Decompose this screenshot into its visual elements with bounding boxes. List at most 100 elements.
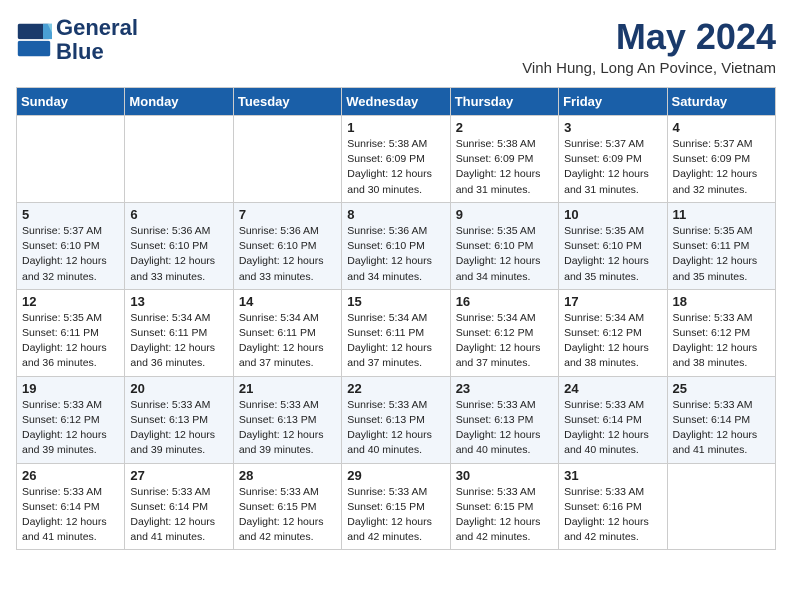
day-number: 14 [239,294,336,309]
day-number: 6 [130,207,227,222]
day-info: Sunrise: 5:34 AM Sunset: 6:11 PM Dayligh… [130,311,227,372]
day-cell: 6 Sunrise: 5:36 AM Sunset: 6:10 PM Daylig… [125,202,233,289]
day-cell: 26Sunrise: 5:33 AM Sunset: 6:14 PM Dayli… [17,463,125,550]
day-number: 13 [130,294,227,309]
day-info: Sunrise: 5:35 AM Sunset: 6:11 PM Dayligh… [673,224,770,285]
day-number: 1 [347,120,444,135]
day-number: 18 [673,294,770,309]
day-number: 7 [239,207,336,222]
day-info: Sunrise: 5:33 AM Sunset: 6:13 PM Dayligh… [456,398,553,459]
logo-line1: General [56,16,138,40]
week-row-1: 1 Sunrise: 5:38 AM Sunset: 6:09 PM Daylig… [17,116,776,203]
day-info: Sunrise: 5:34 AM Sunset: 6:12 PM Dayligh… [456,311,553,372]
day-number: 2 [456,120,553,135]
day-info: Sunrise: 5:33 AM Sunset: 6:13 PM Dayligh… [130,398,227,459]
day-info: Sunrise: 5:33 AM Sunset: 6:16 PM Dayligh… [564,485,661,546]
month-title: May 2024 [522,16,776,58]
week-row-3: 12 Sunrise: 5:35 AM Sunset: 6:11 PM Dayli… [17,289,776,376]
day-cell: 8 Sunrise: 5:36 AM Sunset: 6:10 PM Daylig… [342,202,450,289]
day-cell: 23 Sunrise: 5:33 AM Sunset: 6:13 PM Dayli… [450,376,558,463]
day-cell: 11 Sunrise: 5:35 AM Sunset: 6:11 PM Dayli… [667,202,775,289]
calendar-body: 1 Sunrise: 5:38 AM Sunset: 6:09 PM Daylig… [17,116,776,550]
day-number: 24 [564,381,661,396]
day-info: Sunrise: 5:36 AM Sunset: 6:10 PM Dayligh… [130,224,227,285]
day-info: Sunrise: 5:33 AM Sunset: 6:12 PM Dayligh… [673,311,770,372]
day-number: 4 [673,120,770,135]
day-cell: 13 Sunrise: 5:34 AM Sunset: 6:11 PM Dayli… [125,289,233,376]
day-info: Sunrise: 5:33 AM Sunset: 6:12 PM Dayligh… [22,398,119,459]
header-row: SundayMondayTuesdayWednesdayThursdayFrid… [17,88,776,116]
day-cell [17,116,125,203]
day-number: 29 [347,468,444,483]
day-number: 8 [347,207,444,222]
week-row-5: 26Sunrise: 5:33 AM Sunset: 6:14 PM Dayli… [17,463,776,550]
day-cell: 17Sunrise: 5:34 AM Sunset: 6:12 PM Dayli… [559,289,667,376]
day-number: 10 [564,207,661,222]
day-number: 23 [456,381,553,396]
header-sunday: Sunday [17,88,125,116]
day-info: Sunrise: 5:38 AM Sunset: 6:09 PM Dayligh… [456,137,553,198]
day-cell: 29 Sunrise: 5:33 AM Sunset: 6:15 PM Dayli… [342,463,450,550]
day-cell: 7Sunrise: 5:36 AM Sunset: 6:10 PM Daylig… [233,202,341,289]
header-tuesday: Tuesday [233,88,341,116]
week-row-2: 5 Sunrise: 5:37 AM Sunset: 6:10 PM Daylig… [17,202,776,289]
day-info: Sunrise: 5:33 AM Sunset: 6:15 PM Dayligh… [347,485,444,546]
day-info: Sunrise: 5:33 AM Sunset: 6:14 PM Dayligh… [673,398,770,459]
day-number: 28 [239,468,336,483]
day-info: Sunrise: 5:33 AM Sunset: 6:13 PM Dayligh… [239,398,336,459]
logo-text: General Blue [56,16,138,64]
day-number: 19 [22,381,119,396]
day-number: 9 [456,207,553,222]
day-cell: 19 Sunrise: 5:33 AM Sunset: 6:12 PM Dayli… [17,376,125,463]
day-number: 17 [564,294,661,309]
day-info: Sunrise: 5:33 AM Sunset: 6:14 PM Dayligh… [130,485,227,546]
day-cell: 16 Sunrise: 5:34 AM Sunset: 6:12 PM Dayli… [450,289,558,376]
day-number: 20 [130,381,227,396]
day-cell: 20 Sunrise: 5:33 AM Sunset: 6:13 PM Dayli… [125,376,233,463]
day-info: Sunrise: 5:34 AM Sunset: 6:11 PM Dayligh… [239,311,336,372]
day-number: 3 [564,120,661,135]
day-cell: 30 Sunrise: 5:33 AM Sunset: 6:15 PM Dayli… [450,463,558,550]
calendar-header: SundayMondayTuesdayWednesdayThursdayFrid… [17,88,776,116]
day-number: 12 [22,294,119,309]
logo-icon [16,22,52,58]
day-info: Sunrise: 5:38 AM Sunset: 6:09 PM Dayligh… [347,137,444,198]
day-cell [125,116,233,203]
day-info: Sunrise: 5:33 AM Sunset: 6:14 PM Dayligh… [22,485,119,546]
logo: General Blue [16,16,138,64]
day-number: 16 [456,294,553,309]
logo-line2: Blue [56,40,138,64]
day-cell: 3Sunrise: 5:37 AM Sunset: 6:09 PM Daylig… [559,116,667,203]
day-cell: 24 Sunrise: 5:33 AM Sunset: 6:14 PM Dayli… [559,376,667,463]
day-cell: 9 Sunrise: 5:35 AM Sunset: 6:10 PM Daylig… [450,202,558,289]
day-number: 27 [130,468,227,483]
day-info: Sunrise: 5:35 AM Sunset: 6:10 PM Dayligh… [456,224,553,285]
day-cell: 21Sunrise: 5:33 AM Sunset: 6:13 PM Dayli… [233,376,341,463]
header-saturday: Saturday [667,88,775,116]
day-cell: 2 Sunrise: 5:38 AM Sunset: 6:09 PM Daylig… [450,116,558,203]
day-number: 5 [22,207,119,222]
day-number: 30 [456,468,553,483]
day-info: Sunrise: 5:36 AM Sunset: 6:10 PM Dayligh… [347,224,444,285]
day-cell: 28 Sunrise: 5:33 AM Sunset: 6:15 PM Dayli… [233,463,341,550]
day-number: 15 [347,294,444,309]
day-cell: 15 Sunrise: 5:34 AM Sunset: 6:11 PM Dayli… [342,289,450,376]
day-number: 25 [673,381,770,396]
location: Vinh Hung, Long An Povince, Vietnam [522,60,776,77]
day-number: 11 [673,207,770,222]
day-cell: 5 Sunrise: 5:37 AM Sunset: 6:10 PM Daylig… [17,202,125,289]
day-info: Sunrise: 5:35 AM Sunset: 6:10 PM Dayligh… [564,224,661,285]
day-info: Sunrise: 5:33 AM Sunset: 6:15 PM Dayligh… [456,485,553,546]
day-number: 22 [347,381,444,396]
day-cell: 25 Sunrise: 5:33 AM Sunset: 6:14 PM Dayli… [667,376,775,463]
day-info: Sunrise: 5:34 AM Sunset: 6:11 PM Dayligh… [347,311,444,372]
calendar-table: SundayMondayTuesdayWednesdayThursdayFrid… [16,87,776,550]
day-info: Sunrise: 5:35 AM Sunset: 6:11 PM Dayligh… [22,311,119,372]
day-cell: 10 Sunrise: 5:35 AM Sunset: 6:10 PM Dayli… [559,202,667,289]
day-cell: 12 Sunrise: 5:35 AM Sunset: 6:11 PM Dayli… [17,289,125,376]
day-cell [233,116,341,203]
day-info: Sunrise: 5:33 AM Sunset: 6:15 PM Dayligh… [239,485,336,546]
day-info: Sunrise: 5:37 AM Sunset: 6:10 PM Dayligh… [22,224,119,285]
week-row-4: 19 Sunrise: 5:33 AM Sunset: 6:12 PM Dayli… [17,376,776,463]
day-info: Sunrise: 5:33 AM Sunset: 6:14 PM Dayligh… [564,398,661,459]
